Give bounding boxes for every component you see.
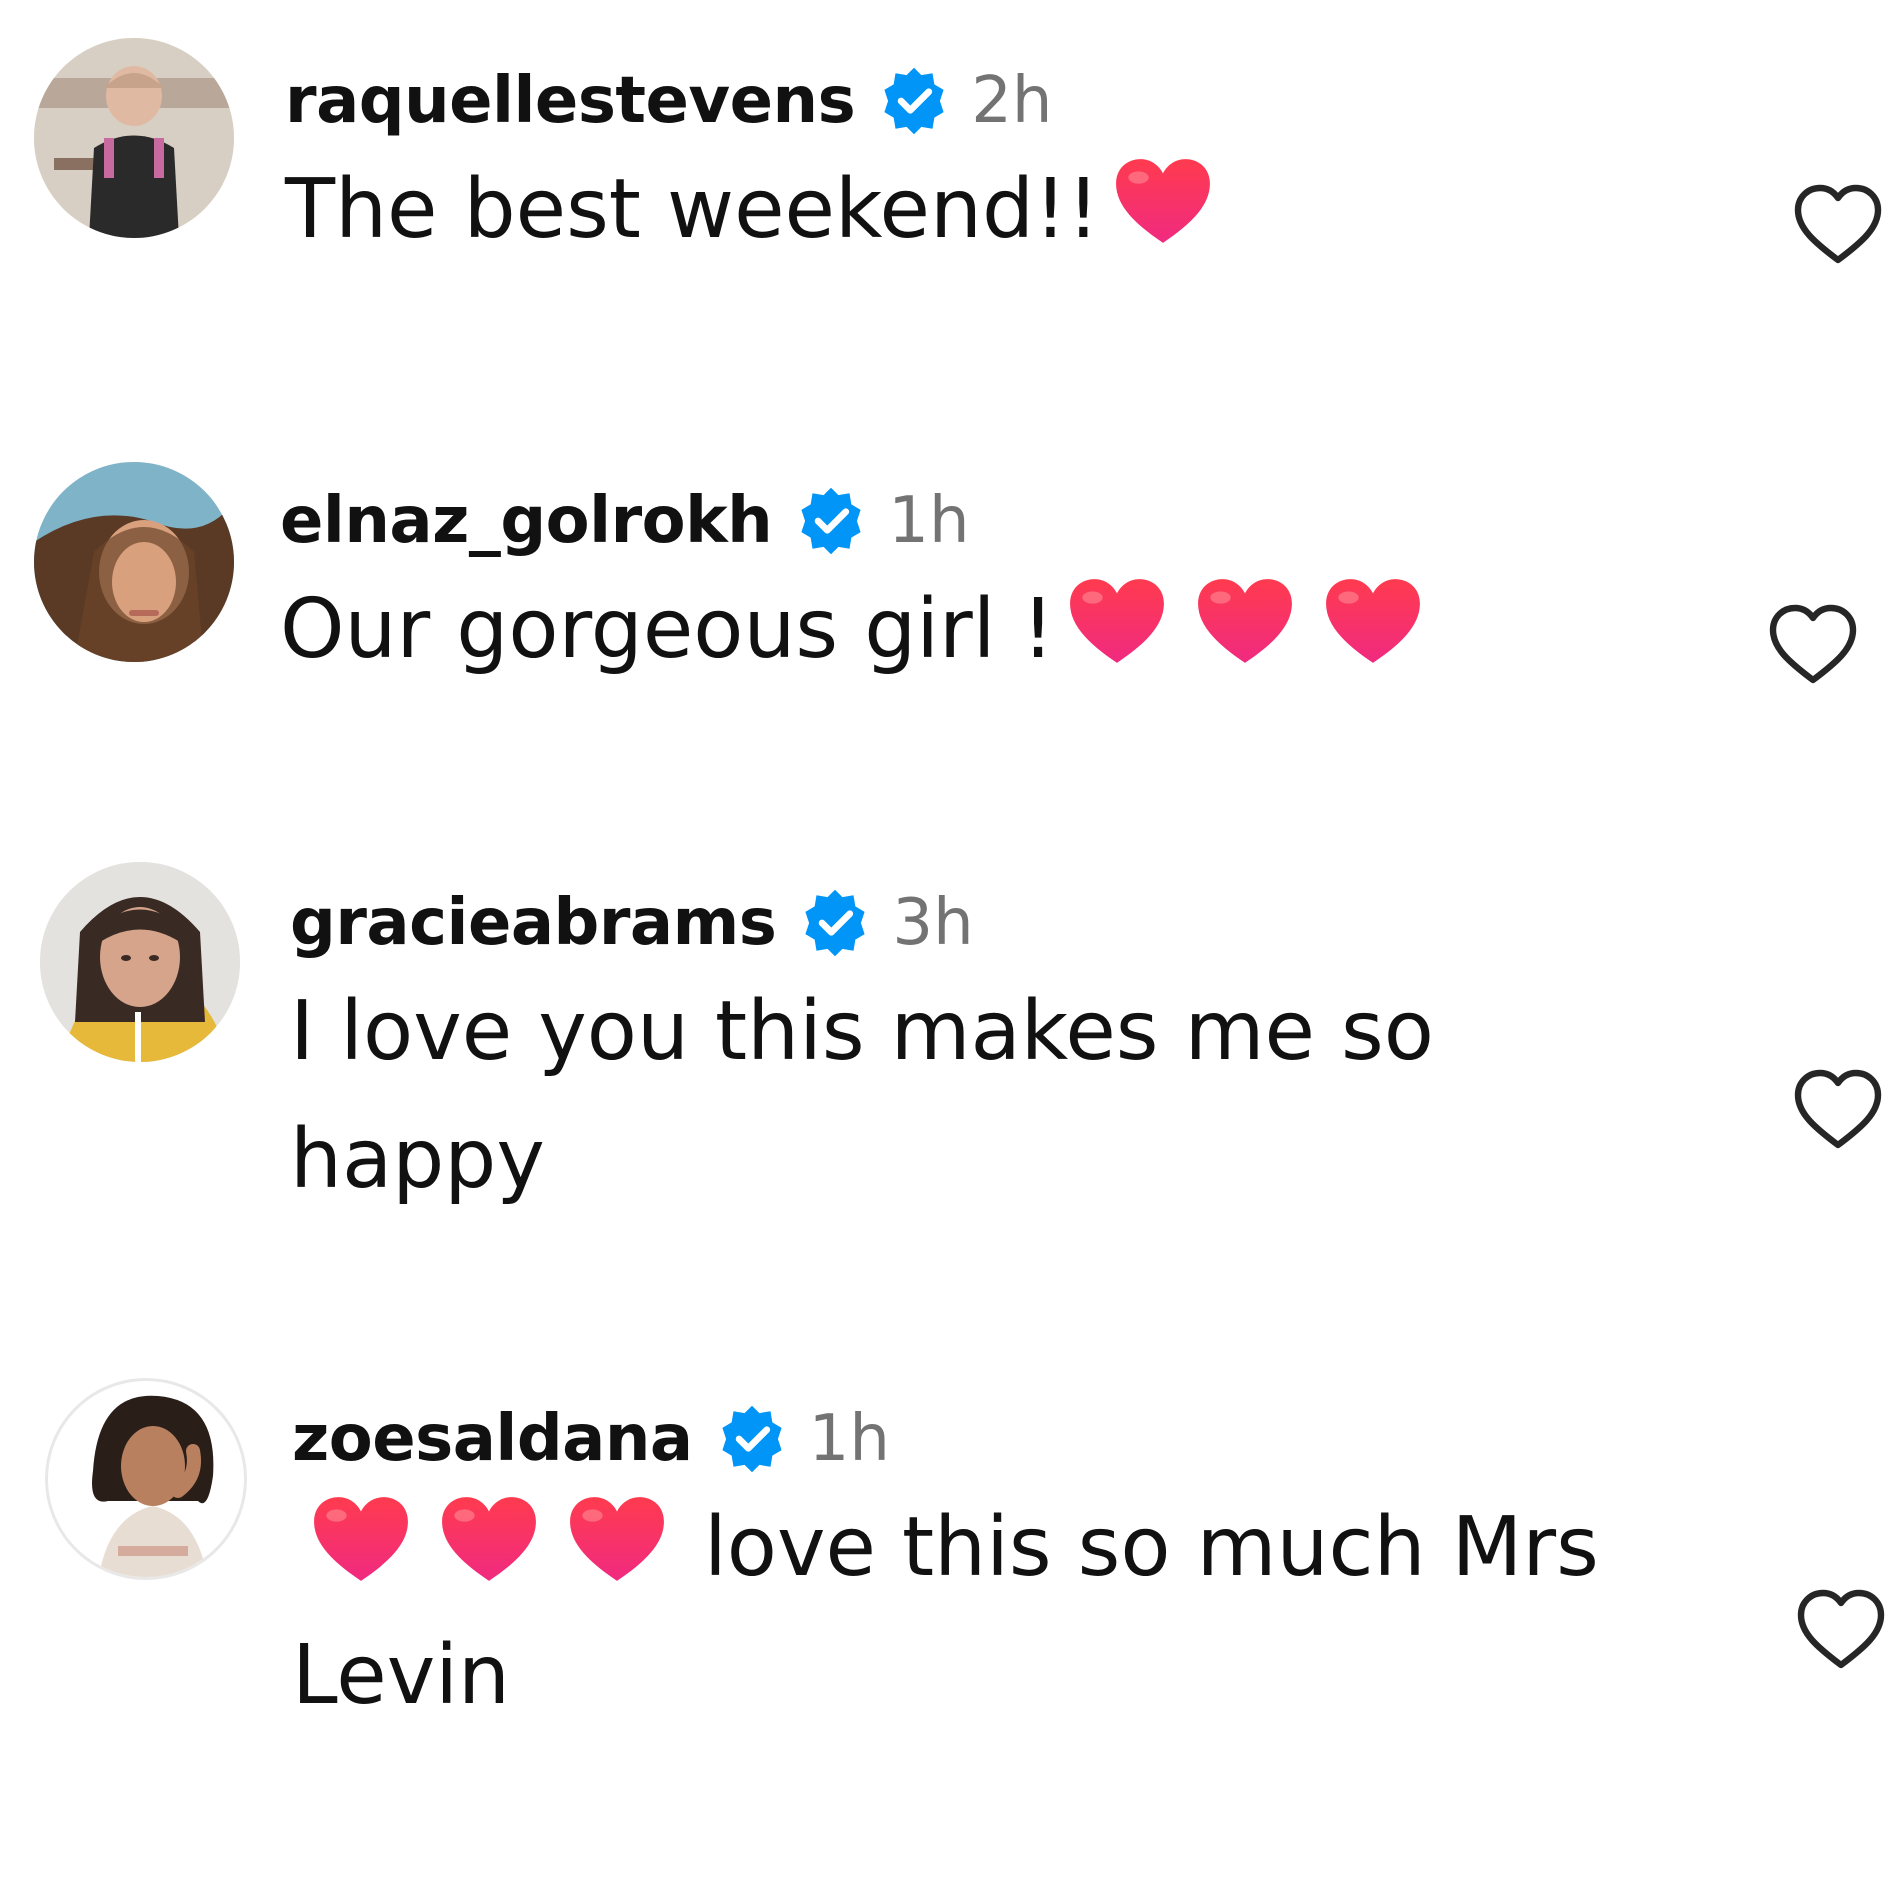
red-heart-emoji-icon [1112, 155, 1214, 247]
avatar[interactable] [45, 1378, 247, 1580]
like-heart-icon[interactable] [1793, 1585, 1889, 1673]
comment-text: I love you this makes me so happy [290, 984, 1460, 1207]
comment-text: The best weekend!! [285, 146, 1228, 274]
verified-badge-icon [715, 1402, 789, 1476]
username[interactable]: zoesaldana [292, 1402, 693, 1476]
avatar[interactable] [34, 462, 234, 662]
comment-text-before: The best weekend!! [285, 162, 1100, 257]
comment-text-before: Our gorgeous girl ! [280, 582, 1055, 677]
avatar[interactable] [34, 38, 234, 238]
username[interactable]: raquellestevens [285, 64, 856, 138]
red-heart-emoji-icon [310, 1493, 412, 1585]
like-heart-icon[interactable] [1765, 600, 1861, 688]
comment-text: love this so much Mrs Levin [292, 1484, 1732, 1740]
avatar[interactable] [40, 862, 240, 1062]
like-heart-icon[interactable] [1790, 180, 1886, 268]
username[interactable]: gracieabrams [290, 886, 777, 960]
verified-badge-icon [794, 484, 868, 558]
timestamp[interactable]: 2h [971, 64, 1052, 138]
red-heart-emoji-icon [438, 1493, 540, 1585]
verified-badge-icon [877, 64, 951, 138]
red-heart-emoji-icon [1066, 575, 1168, 667]
red-heart-emoji-icon [1322, 575, 1424, 667]
verified-badge-icon [798, 886, 872, 960]
timestamp[interactable]: 3h [892, 886, 973, 960]
comment-text: Our gorgeous girl ! [280, 566, 1438, 694]
red-heart-emoji-icon [566, 1493, 668, 1585]
red-heart-emoji-icon [1194, 575, 1296, 667]
timestamp[interactable]: 1h [888, 484, 969, 558]
timestamp[interactable]: 1h [809, 1402, 890, 1476]
username[interactable]: elnaz_golrokh [280, 484, 773, 558]
like-heart-icon[interactable] [1790, 1065, 1886, 1153]
